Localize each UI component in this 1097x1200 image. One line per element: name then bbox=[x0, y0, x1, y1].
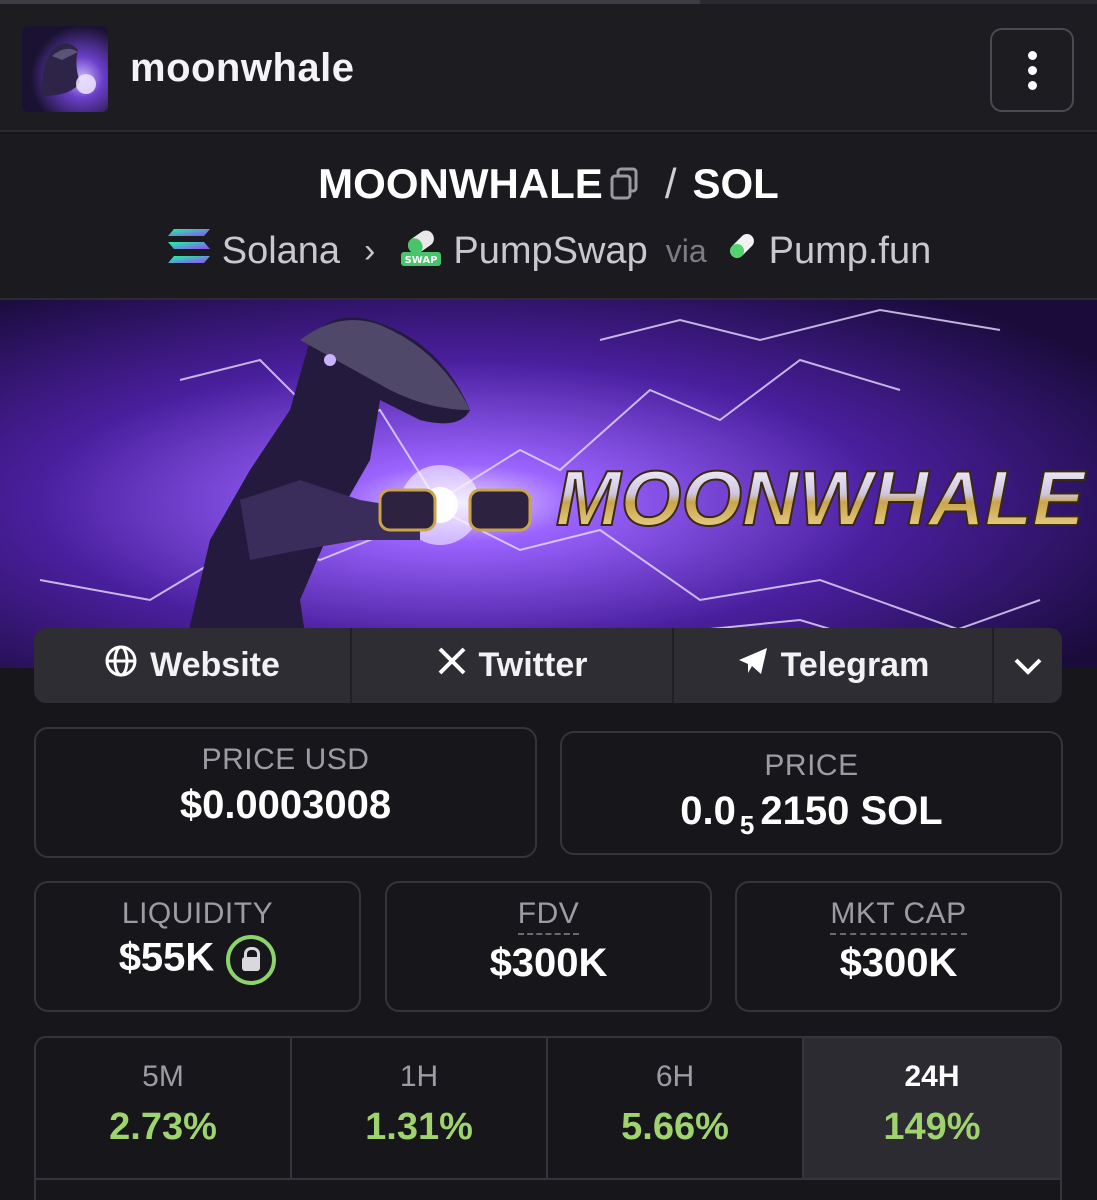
price-usd-value: $0.0003008 bbox=[179, 783, 392, 827]
token-name: moonwhale bbox=[130, 46, 355, 90]
svg-text:SWAP: SWAP bbox=[405, 255, 438, 266]
price-native-value: 0.0 5 2150 SOL bbox=[680, 789, 943, 840]
lock-icon[interactable] bbox=[226, 935, 277, 985]
price-usd-card: PRICE USD $0.0003008 bbox=[34, 727, 537, 858]
copy-icon[interactable] bbox=[609, 163, 639, 211]
pair-separator: / bbox=[664, 160, 677, 207]
x-logo-icon bbox=[437, 646, 467, 685]
change-tab-1h[interactable]: 1H 1.31% bbox=[292, 1038, 548, 1180]
fdv-label[interactable]: FDV bbox=[517, 897, 580, 935]
mktcap-label[interactable]: MKT CAP bbox=[830, 897, 967, 935]
pill-icon bbox=[725, 229, 759, 273]
change-tab-6h[interactable]: 6H 5.66% bbox=[548, 1038, 804, 1180]
quote-token-symbol: SOL bbox=[692, 160, 779, 207]
token-avatar[interactable] bbox=[22, 26, 108, 112]
change-tab-5m[interactable]: 5M 2.73% bbox=[36, 1038, 292, 1180]
twitter-button[interactable]: Twitter bbox=[352, 628, 674, 703]
chevron-right-icon: › bbox=[364, 231, 376, 270]
price-native-label: PRICE bbox=[764, 749, 859, 782]
liquidity-card: LIQUIDITY $55K bbox=[34, 881, 361, 1012]
solana-icon bbox=[166, 227, 212, 275]
price-change-tabs: 5M 2.73% 1H 1.31% 6H 5.66% 24H 149% bbox=[34, 1036, 1062, 1200]
pair-title: MOONWHALE / SOL bbox=[0, 160, 1097, 211]
chevron-down-icon bbox=[1013, 646, 1043, 685]
globe-icon bbox=[104, 644, 138, 687]
via-label: via bbox=[665, 232, 707, 269]
change-tab-24h[interactable]: 24H 149% bbox=[804, 1038, 1060, 1180]
vertical-dots-icon bbox=[1027, 50, 1037, 60]
social-links: Website Twitter Telegram bbox=[34, 628, 1062, 703]
more-options-button[interactable] bbox=[990, 28, 1074, 112]
token-header: moonwhale bbox=[0, 4, 1097, 132]
twitter-label: Twitter bbox=[478, 646, 588, 684]
dex-link[interactable]: PumpSwap bbox=[453, 230, 647, 273]
chain-link[interactable]: Solana bbox=[222, 230, 340, 273]
expand-links-button[interactable] bbox=[994, 628, 1062, 703]
website-button[interactable]: Website bbox=[34, 628, 352, 703]
fdv-value: $300K bbox=[489, 941, 608, 985]
price-usd-label: PRICE USD bbox=[201, 743, 370, 776]
pair-info: MOONWHALE / SOL Solana › SWAP PumpSwap via… bbox=[0, 134, 1097, 300]
market-cap-card: MKT CAP $300K bbox=[735, 881, 1062, 1012]
token-banner: MOONWHALE bbox=[0, 300, 1097, 668]
liquidity-value: $55K bbox=[36, 935, 359, 985]
base-token-symbol: MOONWHALE bbox=[318, 160, 603, 207]
chain-breadcrumb: Solana › SWAP PumpSwap via Pump.fun bbox=[0, 224, 1097, 278]
liquidity-label: LIQUIDITY bbox=[121, 897, 274, 930]
banner-title: MOONWHALE bbox=[556, 454, 1087, 542]
mktcap-value: $300K bbox=[839, 941, 958, 985]
telegram-label: Telegram bbox=[780, 646, 930, 684]
telegram-button[interactable]: Telegram bbox=[674, 628, 994, 703]
website-label: Website bbox=[150, 646, 280, 684]
telegram-icon bbox=[737, 646, 769, 685]
pumpswap-icon: SWAP bbox=[399, 224, 443, 278]
fdv-card: FDV $300K bbox=[385, 881, 712, 1012]
price-native-card: PRICE 0.0 5 2150 SOL bbox=[560, 731, 1063, 855]
launchpad-link[interactable]: Pump.fun bbox=[769, 230, 932, 273]
